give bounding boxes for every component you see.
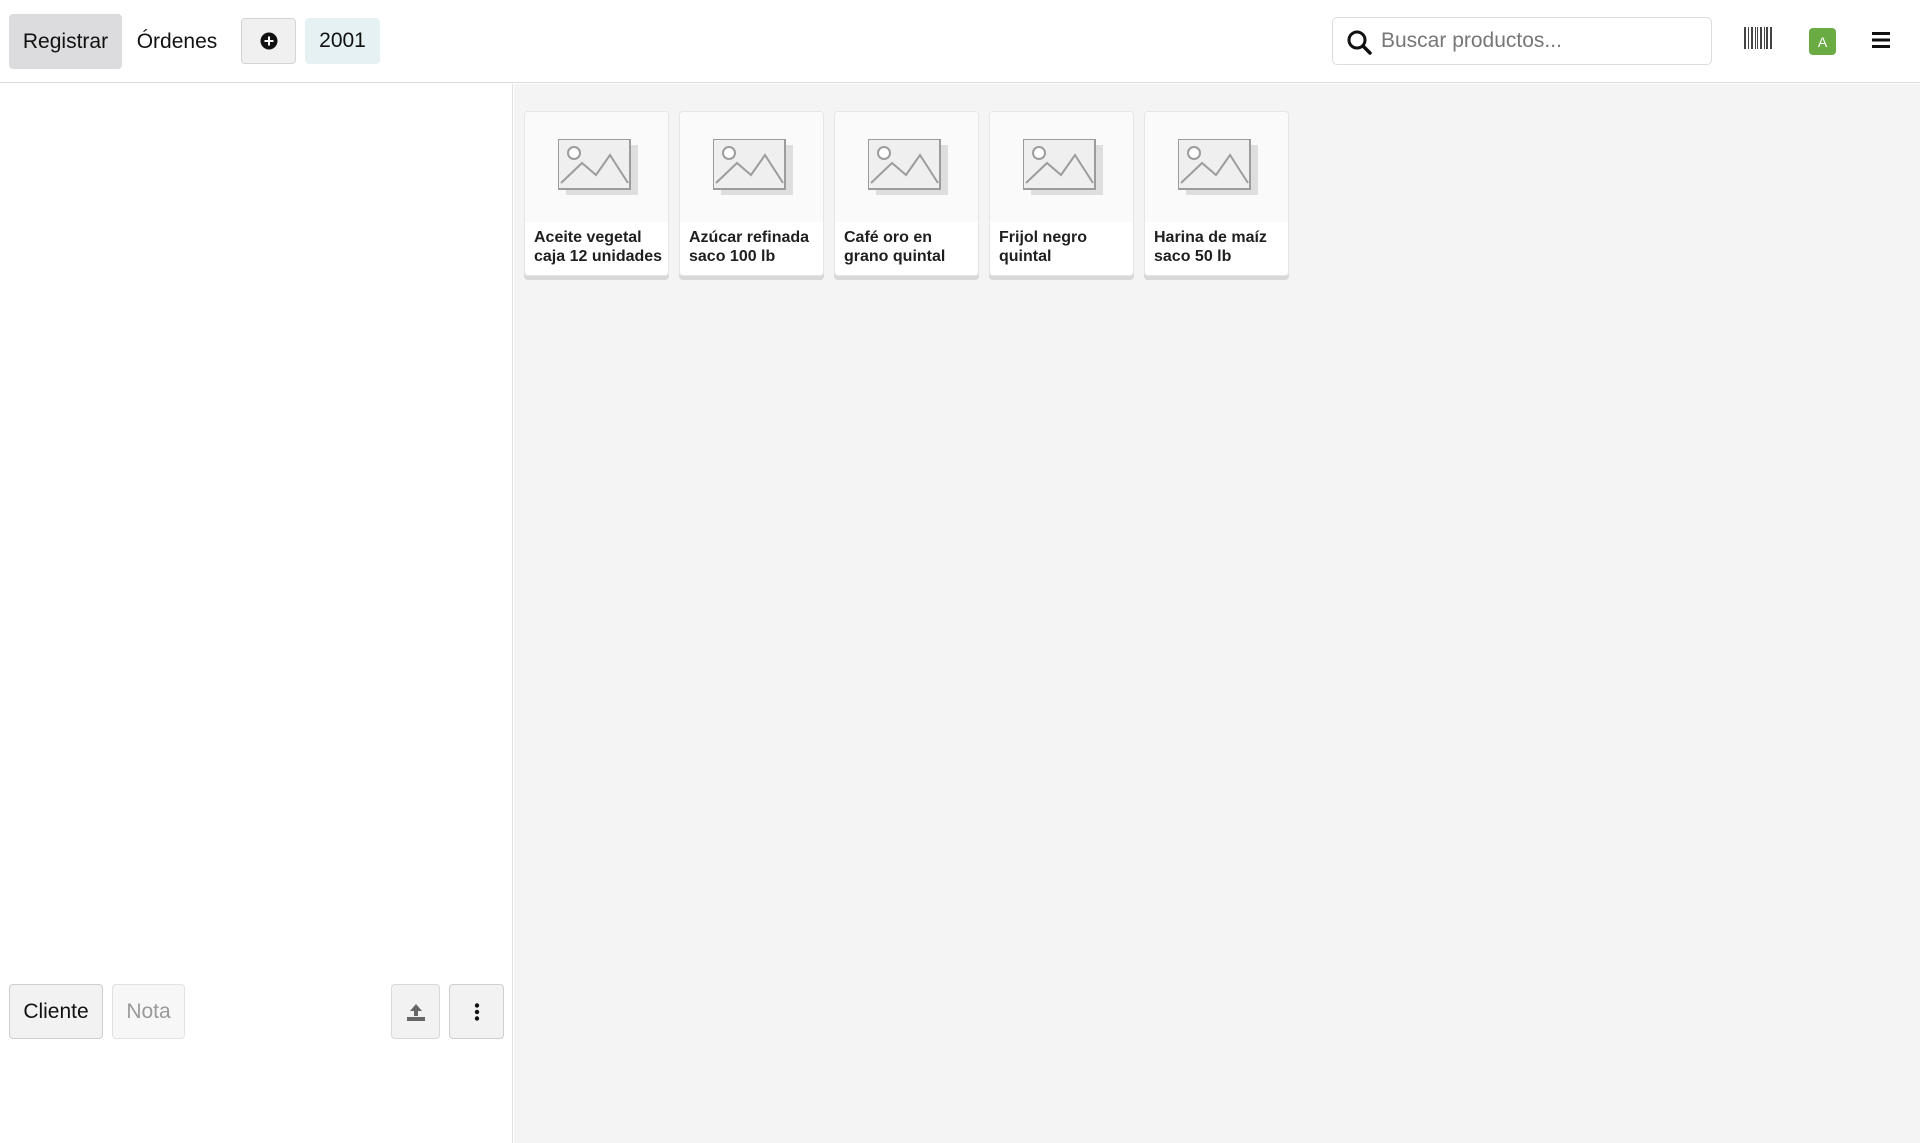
upload-icon <box>406 1003 425 1021</box>
upload-button[interactable] <box>391 984 440 1039</box>
product-name: Harina de maíz saco 50 lb <box>1154 229 1267 265</box>
barcode-icon[interactable] <box>1744 27 1772 49</box>
note-button[interactable]: Nota <box>112 984 185 1039</box>
customer-button[interactable]: Cliente <box>9 984 103 1039</box>
placeholder-image-icon <box>867 139 948 195</box>
product-name: Azúcar refinada saco 100 lb <box>689 229 810 265</box>
product-search-box[interactable] <box>1332 17 1712 65</box>
search-input[interactable] <box>1381 24 1701 58</box>
product-name: Café oro en grano quintal <box>844 229 946 265</box>
product-grid: Aceite vegetal caja 12 unidades Azúcar r… <box>514 84 1920 1143</box>
vertical-dots-icon <box>474 1002 479 1021</box>
product-card[interactable]: Frijol negro quintal <box>989 111 1134 276</box>
placeholder-image-icon <box>1177 139 1258 195</box>
product-image <box>990 112 1133 222</box>
user-avatar[interactable]: A <box>1809 28 1836 55</box>
product-image <box>680 112 823 222</box>
product-image <box>835 112 978 222</box>
product-name: Frijol negro quintal <box>999 229 1087 265</box>
search-icon <box>1347 30 1372 55</box>
placeholder-image-icon <box>712 139 793 195</box>
product-card[interactable]: Harina de maíz saco 50 lb <box>1144 111 1289 276</box>
product-image <box>525 112 668 222</box>
product-name: Aceite vegetal caja 12 unidades <box>534 229 663 265</box>
product-image <box>1145 112 1288 222</box>
product-card[interactable]: Café oro en grano quintal <box>834 111 979 276</box>
more-actions-button[interactable] <box>449 984 504 1039</box>
product-card[interactable]: Azúcar refinada saco 100 lb <box>679 111 824 276</box>
placeholder-image-icon <box>557 139 638 195</box>
hamburger-menu-icon[interactable] <box>1872 32 1890 48</box>
order-panel: Cliente Nota <box>0 84 513 1143</box>
product-card[interactable]: Aceite vegetal caja 12 unidades <box>524 111 669 276</box>
placeholder-image-icon <box>1022 139 1103 195</box>
